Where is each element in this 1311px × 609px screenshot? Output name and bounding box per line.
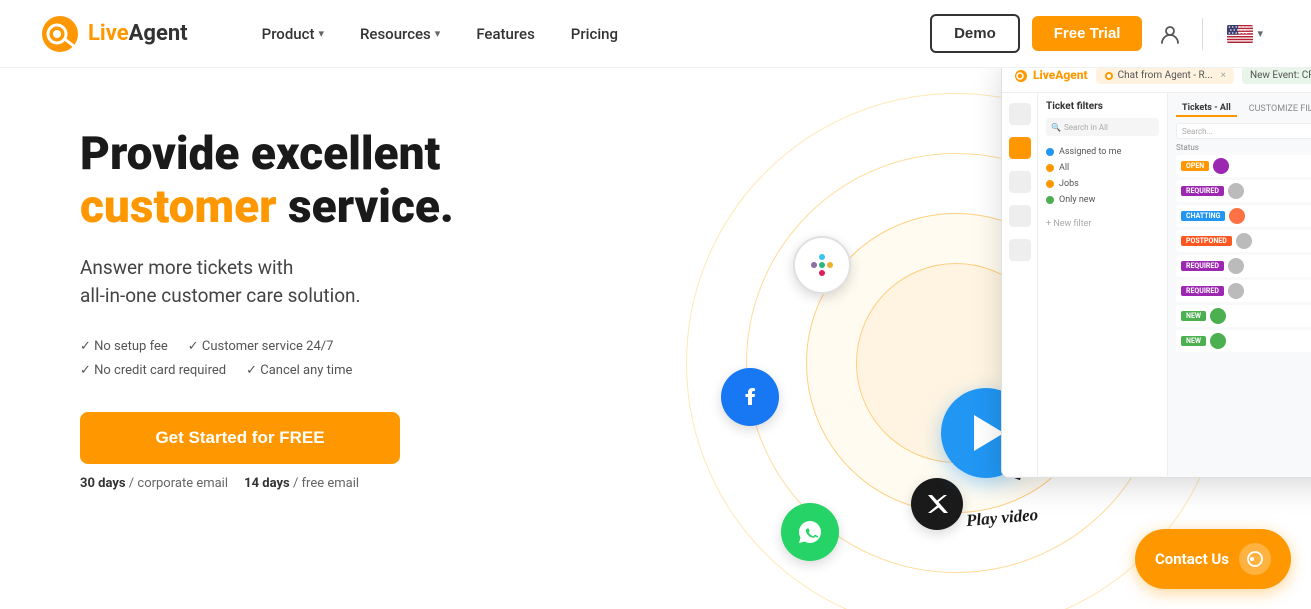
hero-subtitle: Answer more tickets with all-in-one cust… [80, 254, 454, 311]
logo-text: LiveAgent [88, 21, 188, 46]
dash-tab-event: New Event: CRIST [1242, 68, 1311, 84]
ticket-list-header: Tickets - All CUSTOMIZE FILTER [1176, 101, 1311, 117]
x-icon [911, 478, 963, 530]
table-row: REQUIRED [1176, 180, 1311, 202]
logo[interactable]: LiveAgent [40, 14, 188, 54]
status-badge: REQUIRED [1181, 186, 1224, 196]
avatar [1210, 308, 1226, 324]
nav-product[interactable]: Product ▾ [248, 17, 338, 51]
status-badge: OPEN [1181, 161, 1209, 171]
avatar [1236, 233, 1252, 249]
filter-search: 🔍 Search in All [1046, 118, 1159, 136]
hero-title: Provide excellent customer service. [80, 128, 454, 234]
contact-us-label: Contact Us [1155, 550, 1229, 568]
ticket-search: Search... [1176, 123, 1311, 139]
filter-dot-all [1046, 164, 1054, 172]
sidebar-icon-5 [1009, 239, 1031, 261]
nav-divider [1202, 18, 1203, 50]
sidebar-icon-2 [1009, 137, 1031, 159]
hero-section: Provide excellent customer service. Answ… [0, 68, 1311, 609]
hero-checks: ✓ No setup fee✓ Customer service 24/7 ✓ … [80, 335, 454, 384]
free-trial-button[interactable]: Free Trial [1032, 16, 1143, 51]
avatar [1228, 183, 1244, 199]
dash-logo: LiveAgent [1014, 68, 1088, 83]
svg-text:★ ★ ★ ★ ★ ★: ★ ★ ★ ★ ★ ★ [1228, 31, 1248, 35]
filter-assigned: Assigned to me [1046, 144, 1159, 160]
table-row: POSTPONED [1176, 230, 1311, 252]
main-nav: Product ▾ Resources ▾ Features Pricing [248, 17, 930, 51]
dashboard-header: LiveAgent Chat from Agent - R... × New E… [1002, 68, 1311, 93]
avatar [1228, 283, 1244, 299]
dash-tab-chat: Chat from Agent - R... × [1096, 68, 1234, 84]
new-filter: + New filter [1046, 216, 1159, 232]
nav-features[interactable]: Features [462, 17, 548, 51]
flag-icon: ★ ★ ★ ★ ★ ★ ★ ★ ★ ★ ★ ★ ★ ★ ★ ★ ★ [1227, 25, 1253, 43]
status-badge: NEW [1181, 336, 1206, 346]
status-badge: NEW [1181, 311, 1206, 321]
status-badge: CHATTING [1181, 211, 1225, 221]
dashboard-body: Ticket filters 🔍 Search in All Assigned … [1002, 93, 1311, 476]
avatar [1210, 333, 1226, 349]
panel-title: Ticket filters [1046, 101, 1159, 112]
sidebar-icon-4 [1009, 205, 1031, 227]
dashboard-preview: LiveAgent Chat from Agent - R... × New E… [1001, 68, 1311, 478]
contact-us-button[interactable]: Contact Us [1135, 529, 1291, 589]
filter-only-new: Only new [1046, 192, 1159, 208]
facebook-icon [721, 368, 779, 426]
tab-tickets-all: Tickets - All [1176, 101, 1237, 117]
product-chevron-icon: ▾ [318, 27, 324, 40]
nav-pricing[interactable]: Pricing [557, 17, 632, 51]
whatsapp-icon [781, 503, 839, 561]
dashboard-main: Ticket filters 🔍 Search in All Assigned … [1038, 93, 1311, 476]
filter-dot-jobs [1046, 180, 1054, 188]
nav-resources[interactable]: Resources ▾ [346, 17, 454, 51]
demo-button[interactable]: Demo [930, 14, 1020, 53]
ticket-list-panel: Tickets - All CUSTOMIZE FILTER Search...… [1168, 93, 1311, 476]
filter-jobs: Jobs [1046, 176, 1159, 192]
status-badge: REQUIRED [1181, 286, 1224, 296]
get-started-button[interactable]: Get Started for FREE [80, 412, 400, 464]
table-row: NEW [1176, 305, 1311, 327]
hero-visual: Play video ↙ LiveAgent Chat from Agent - [531, 68, 1311, 609]
language-selector[interactable]: ★ ★ ★ ★ ★ ★ ★ ★ ★ ★ ★ ★ ★ ★ ★ ★ ★ ▾ [1219, 21, 1271, 47]
ticket-filters-panel: Ticket filters 🔍 Search in All Assigned … [1038, 93, 1168, 476]
status-badge: REQUIRED [1181, 261, 1224, 271]
nav-actions: Demo Free Trial [930, 14, 1271, 53]
avatar [1213, 158, 1229, 174]
play-triangle-icon [974, 415, 1004, 451]
table-row: OPEN [1176, 155, 1311, 177]
logo-icon [40, 14, 80, 54]
table-row: CHATTING [1176, 205, 1311, 227]
table-row: REQUIRED [1176, 280, 1311, 302]
slack-icon [793, 236, 851, 294]
trial-info: 30 days / corporate email 14 days / free… [80, 476, 454, 491]
avatar [1228, 258, 1244, 274]
status-header-row: Status Date [1176, 143, 1311, 152]
user-account-icon[interactable] [1154, 18, 1186, 50]
header: LiveAgent Product ▾ Resources ▾ Features… [0, 0, 1311, 68]
table-row: REQUIRED [1176, 255, 1311, 277]
sidebar-icon-1 [1009, 103, 1031, 125]
filter-dot-new [1046, 196, 1054, 204]
contact-chat-icon [1239, 543, 1271, 575]
hero-content: Provide excellent customer service. Answ… [80, 118, 454, 491]
lang-chevron-icon: ▾ [1257, 27, 1263, 40]
table-row: NEW [1176, 330, 1311, 352]
avatar [1229, 208, 1245, 224]
resources-chevron-icon: ▾ [435, 27, 441, 40]
sidebar-icon-3 [1009, 171, 1031, 193]
dashboard-sidebar [1002, 93, 1038, 476]
filter-all: All [1046, 160, 1159, 176]
tab-customize: CUSTOMIZE FILTER [1243, 102, 1311, 116]
status-badge: POSTPONED [1181, 236, 1232, 246]
filter-dot [1046, 148, 1054, 156]
